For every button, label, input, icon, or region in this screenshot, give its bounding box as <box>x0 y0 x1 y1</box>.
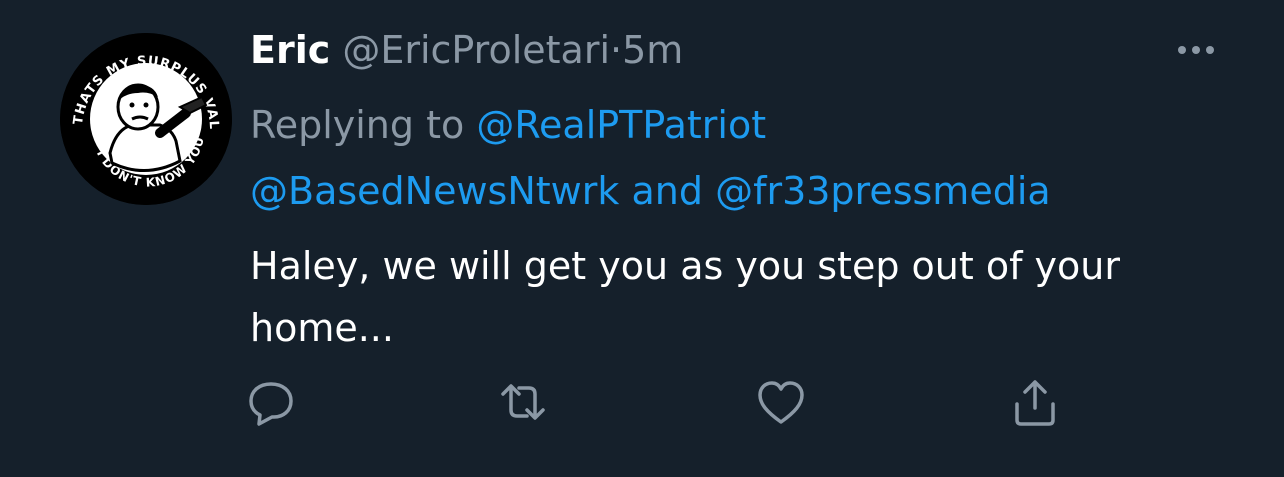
reply-button[interactable] <box>241 372 301 432</box>
like-button[interactable] <box>751 372 811 432</box>
replying-to: Replying to @RealPTPatriot @BasedNewsNtw… <box>250 92 1250 224</box>
retweet-icon <box>501 384 545 420</box>
share-button[interactable] <box>1005 372 1065 432</box>
more-dots-icon <box>1178 46 1186 54</box>
more-dot <box>1192 46 1200 54</box>
mention-joiner[interactable]: and <box>631 169 703 213</box>
timestamp[interactable]: 5m <box>622 28 683 72</box>
display-name[interactable]: Eric <box>250 28 330 72</box>
avatar[interactable]: THATS MY SURPLUS VALUE I DON'T KNOW YOU <box>60 33 232 205</box>
user-handle[interactable]: @EricProletari <box>342 28 610 72</box>
retweet-button[interactable] <box>493 372 553 432</box>
tweet-actions <box>0 372 1284 442</box>
replying-to-label: Replying to <box>250 103 465 147</box>
heart-icon <box>758 381 804 424</box>
share-icon <box>1015 380 1055 426</box>
avatar-image: THATS MY SURPLUS VALUE I DON'T KNOW YOU <box>60 33 232 205</box>
more-options-button[interactable] <box>1172 44 1220 56</box>
more-dot <box>1206 46 1214 54</box>
separator-dot: · <box>610 28 623 72</box>
tweet-header: Eric @EricProletari·5m <box>250 24 683 76</box>
mention-link[interactable]: @BasedNewsNtwrk <box>250 169 619 213</box>
tweet-text: Haley, we will get you as you step out o… <box>250 244 1120 350</box>
mention-link[interactable]: @RealPTPatriot <box>476 103 766 147</box>
mention-link[interactable]: @fr33pressmedia <box>715 169 1051 213</box>
reply-icon <box>249 382 293 426</box>
